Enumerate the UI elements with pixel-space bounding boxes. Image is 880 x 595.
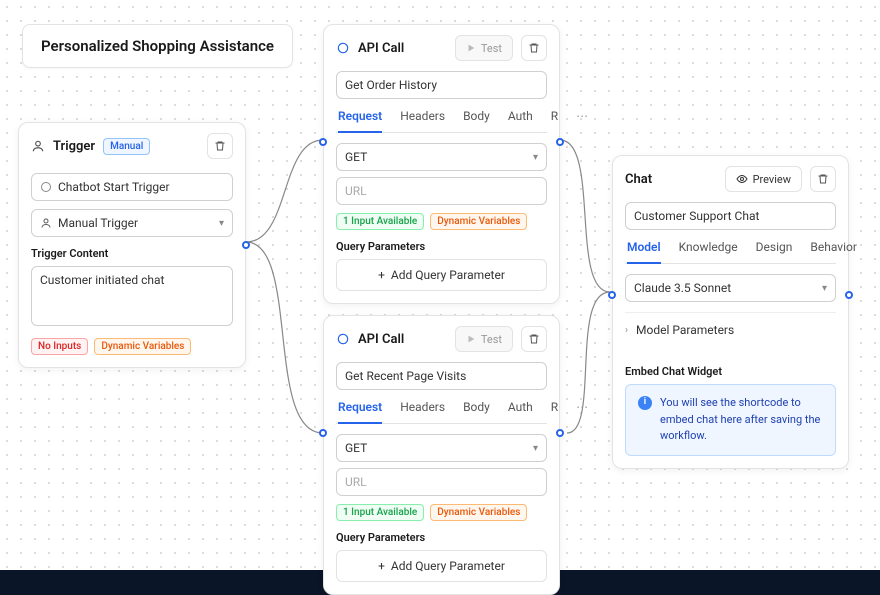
api-call-1-node: API Call Test Request Headers Body Auth … xyxy=(323,24,560,304)
output-port[interactable] xyxy=(556,138,564,146)
dynamic-vars-badge[interactable]: Dynamic Variables xyxy=(430,504,527,521)
chat-node: Chat Preview Model Knowledge Design Beha… xyxy=(612,155,849,469)
dynamic-vars-badge[interactable]: Dynamic Variables xyxy=(94,338,191,355)
trigger-chatbot-option[interactable]: Chatbot Start Trigger xyxy=(31,173,233,201)
chat-delete-button[interactable] xyxy=(810,166,836,192)
trigger-content-label: Trigger Content xyxy=(31,247,233,260)
api-icon xyxy=(336,41,350,55)
tab-design[interactable]: Design xyxy=(756,240,793,263)
api-1-name-input[interactable] xyxy=(336,71,547,99)
user-small-icon xyxy=(40,217,52,229)
trash-icon xyxy=(528,42,540,54)
trash-icon xyxy=(214,140,226,152)
chat-title: Chat xyxy=(625,172,717,187)
chat-name-input[interactable] xyxy=(625,202,836,230)
add-query-param-button[interactable]: + Add Query Parameter xyxy=(336,550,547,582)
output-port[interactable] xyxy=(242,241,250,249)
trigger-manual-option[interactable]: Manual Trigger ▾ xyxy=(31,209,233,237)
chevron-down-icon: ▾ xyxy=(533,152,538,163)
query-params-label: Query Parameters xyxy=(336,240,547,253)
trigger-delete-button[interactable] xyxy=(207,133,233,159)
api-2-name-input[interactable] xyxy=(336,362,547,390)
trash-icon xyxy=(817,173,829,185)
dynamic-vars-badge[interactable]: Dynamic Variables xyxy=(430,213,527,230)
api-2-tabs: Request Headers Body Auth R ⋯ xyxy=(336,400,547,424)
trigger-content-input[interactable] xyxy=(31,266,233,326)
embed-widget-label: Embed Chat Widget xyxy=(625,365,836,378)
api-1-tabs: Request Headers Body Auth R ⋯ xyxy=(336,109,547,133)
chevron-down-icon: ▾ xyxy=(533,443,538,454)
chevron-right-icon: › xyxy=(625,325,628,336)
tab-r[interactable]: R xyxy=(551,400,558,423)
tab-auth[interactable]: Auth xyxy=(508,400,533,423)
tab-more[interactable]: ⋯ xyxy=(576,109,588,132)
api-2-test-button[interactable]: Test xyxy=(455,326,513,352)
tab-headers[interactable]: Headers xyxy=(400,400,445,423)
play-icon xyxy=(466,43,476,53)
workflow-canvas[interactable]: Personalized Shopping Assistance Trigger… xyxy=(0,0,880,570)
user-icon xyxy=(31,139,45,153)
info-icon: i xyxy=(638,396,652,410)
tab-knowledge[interactable]: Knowledge xyxy=(679,240,738,263)
api-1-delete-button[interactable] xyxy=(521,35,547,61)
tab-request[interactable]: Request xyxy=(338,400,382,424)
output-port[interactable] xyxy=(845,291,853,299)
chevron-down-icon: ▾ xyxy=(822,283,827,294)
input-port[interactable] xyxy=(608,291,616,299)
embed-info-box: i You will see the shortcode to embed ch… xyxy=(625,384,836,456)
eye-icon xyxy=(736,173,748,185)
add-query-param-button[interactable]: + Add Query Parameter xyxy=(336,259,547,291)
input-port[interactable] xyxy=(319,138,327,146)
api-2-method-select[interactable]: GET ▾ xyxy=(336,434,547,462)
workflow-title: Personalized Shopping Assistance xyxy=(22,24,293,68)
output-port[interactable] xyxy=(556,429,564,437)
trash-icon xyxy=(528,333,540,345)
tab-model[interactable]: Model xyxy=(627,240,661,264)
tab-headers[interactable]: Headers xyxy=(400,109,445,132)
tab-more[interactable]: ⋯ xyxy=(576,400,588,423)
api-2-title: API Call xyxy=(358,332,447,347)
no-inputs-badge: No Inputs xyxy=(31,338,88,355)
play-icon xyxy=(466,334,476,344)
trigger-title: Trigger xyxy=(53,139,95,154)
chat-preview-button[interactable]: Preview xyxy=(725,166,802,192)
api-2-url-input[interactable] xyxy=(336,468,547,496)
trigger-node: Trigger Manual Chatbot Start Trigger Man… xyxy=(18,122,246,368)
api-1-method-select[interactable]: GET ▾ xyxy=(336,143,547,171)
tab-body[interactable]: Body xyxy=(463,109,490,132)
chat-model-select[interactable]: Claude 3.5 Sonnet ▾ xyxy=(625,274,836,302)
api-1-title: API Call xyxy=(358,41,447,56)
query-params-label: Query Parameters xyxy=(336,531,547,544)
model-parameters-toggle[interactable]: › Model Parameters xyxy=(625,312,836,347)
api-icon xyxy=(336,332,350,346)
input-port[interactable] xyxy=(319,429,327,437)
input-available-badge[interactable]: 1 Input Available xyxy=(336,504,424,521)
tab-behavior[interactable]: Behavior xyxy=(810,240,857,263)
plus-icon: + xyxy=(378,559,385,573)
api-call-2-node: API Call Test Request Headers Body Auth … xyxy=(323,315,560,595)
plus-icon: + xyxy=(378,268,385,282)
input-available-badge[interactable]: 1 Input Available xyxy=(336,213,424,230)
api-1-test-button[interactable]: Test xyxy=(455,35,513,61)
tab-body[interactable]: Body xyxy=(463,400,490,423)
tab-request[interactable]: Request xyxy=(338,109,382,133)
chat-tabs: Model Knowledge Design Behavior xyxy=(625,240,836,264)
tab-auth[interactable]: Auth xyxy=(508,109,533,132)
api-2-delete-button[interactable] xyxy=(521,326,547,352)
tab-r[interactable]: R xyxy=(551,109,558,132)
api-1-url-input[interactable] xyxy=(336,177,547,205)
trigger-mode-badge: Manual xyxy=(103,138,150,155)
circle-icon xyxy=(40,181,52,193)
chevron-down-icon: ▾ xyxy=(219,218,224,229)
